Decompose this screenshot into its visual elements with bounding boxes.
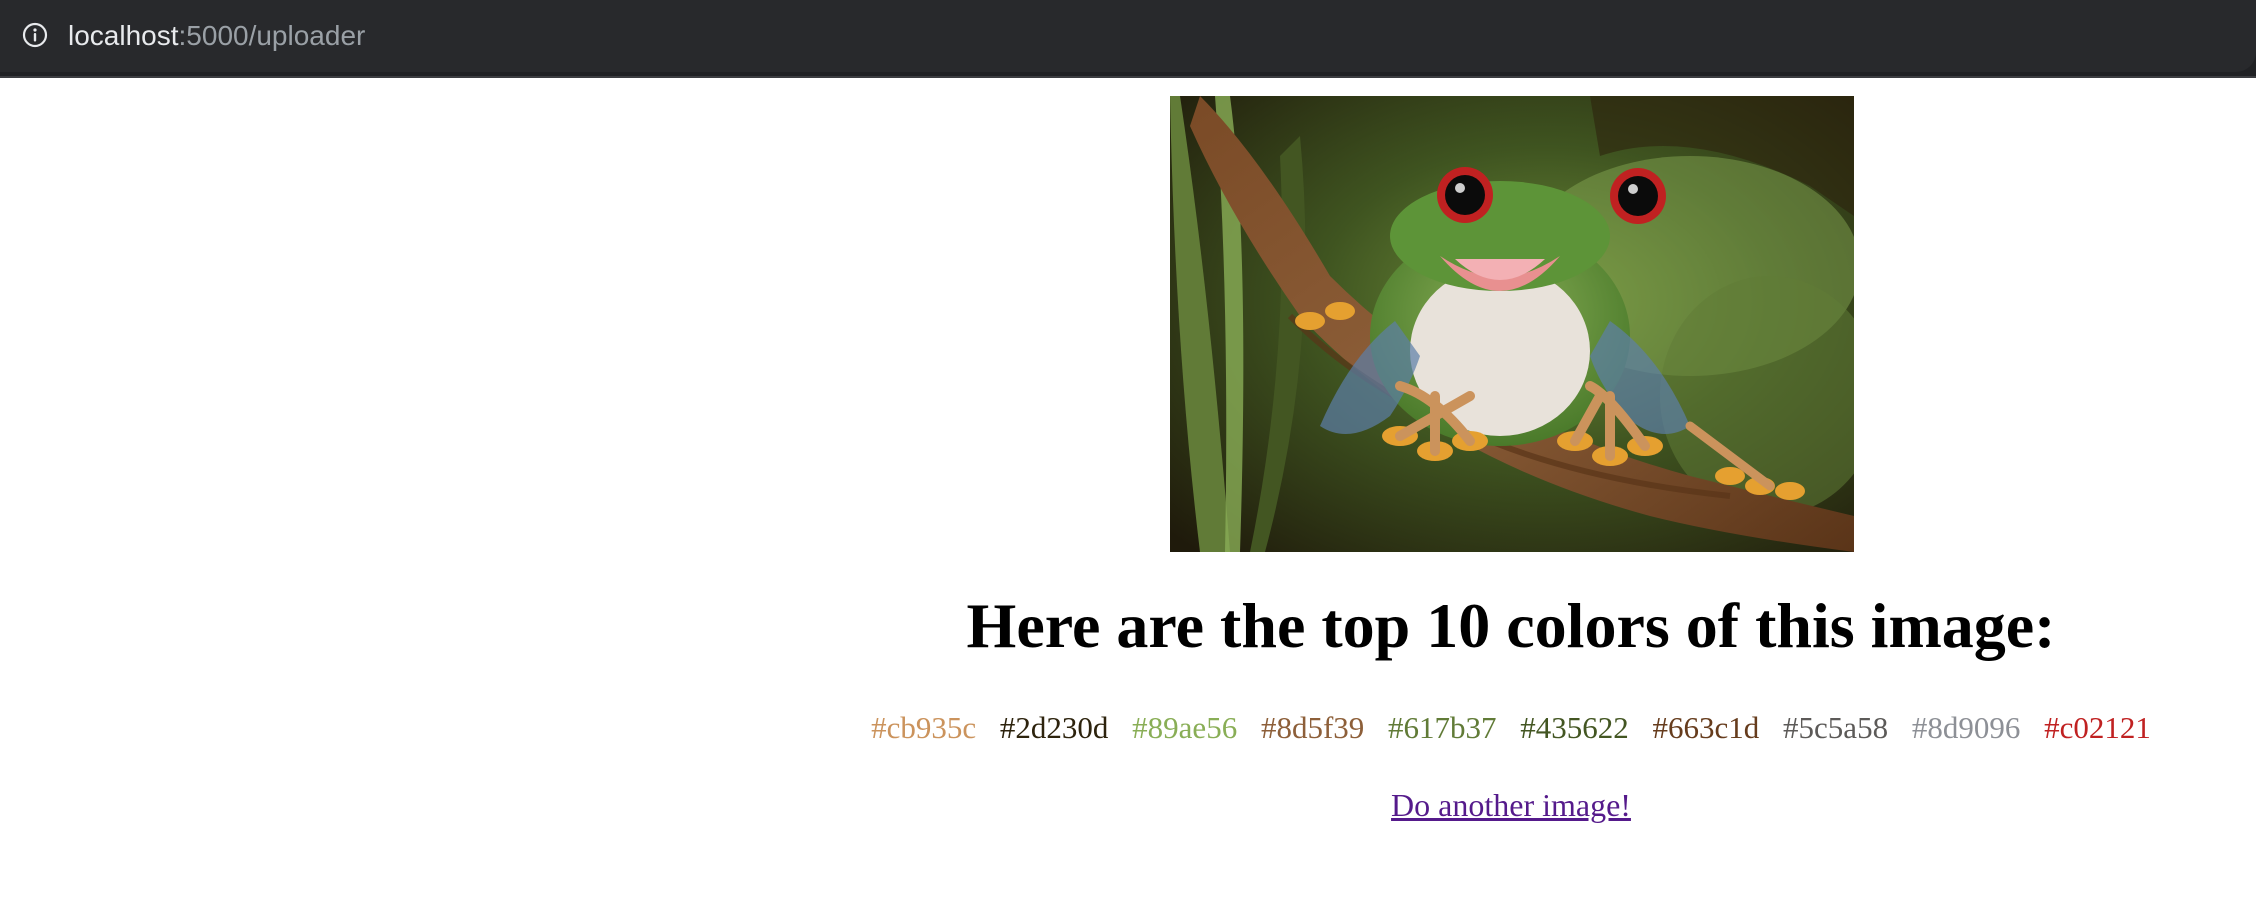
color-swatch-text: #435622 [1520,710,1629,745]
color-list: #cb935c #2d230d #89ae56 #8d5f39 #617b37 … [852,706,2170,750]
color-swatch-text: #663c1d [1652,710,1760,745]
color-swatch-text: #89ae56 [1132,710,1238,745]
url-text[interactable]: localhost:5000/uploader [68,16,365,56]
color-swatch-text: #617b37 [1388,710,1497,745]
address-bar[interactable]: localhost:5000/uploader [0,0,2256,72]
do-another-link-container: Do another image! [852,782,2170,828]
page-body: Here are the top 10 colors of this image… [0,78,2256,918]
browser-toolbar: localhost:5000/uploader [0,0,2256,78]
uploaded-frog-image [1170,96,1854,552]
color-swatch-text: #2d230d [999,710,1109,745]
url-host: localhost [68,20,179,51]
color-swatch-text: #cb935c [871,710,977,745]
color-swatch-text: #8d9096 [1911,710,2021,745]
color-swatch-text: #c02121 [2044,710,2151,745]
color-swatch-text: #5c5a58 [1783,710,1889,745]
info-icon[interactable] [22,22,48,48]
url-path: :5000/uploader [178,20,366,51]
page-title: Here are the top 10 colors of this image… [966,590,2056,661]
do-another-image-link[interactable]: Do another image! [1391,787,1631,823]
color-swatch-text: #8d5f39 [1260,710,1365,745]
